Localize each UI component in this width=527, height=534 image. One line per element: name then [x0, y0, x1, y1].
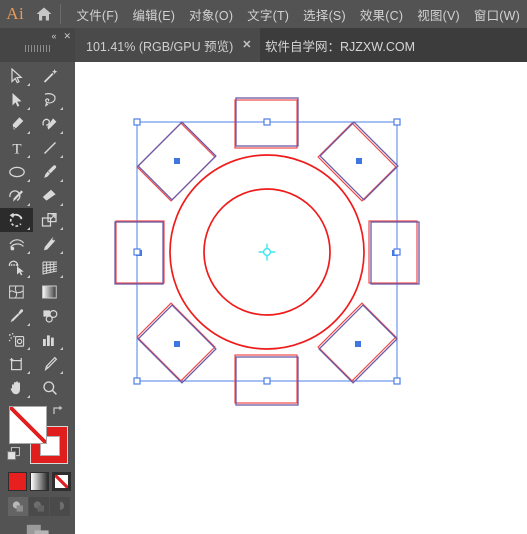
zoom-tool[interactable]	[33, 376, 66, 400]
menu-window[interactable]: 窗口(W)	[467, 1, 527, 28]
draw-inside-button[interactable]	[50, 497, 70, 516]
tools-panel: T	[0, 62, 75, 534]
menu-item-list: 文件(F) 编辑(E) 对象(O) 文字(T) 选择(S) 效果(C) 视图(V…	[70, 1, 527, 28]
menu-object[interactable]: 对象(O)	[182, 1, 240, 28]
symbol-sprayer-tool[interactable]	[0, 328, 33, 352]
ai-logo: Ai	[6, 4, 25, 23]
tool-row	[0, 376, 75, 400]
tool-row	[0, 160, 75, 184]
panel-drag-grip[interactable]	[24, 45, 51, 52]
lasso-tool[interactable]	[33, 88, 66, 112]
petal-anchor-points	[136, 119, 398, 384]
gradient-tool[interactable]	[33, 280, 66, 304]
draw-behind-button[interactable]	[29, 497, 49, 516]
draw-normal-button[interactable]	[8, 497, 28, 516]
tool-grid: T	[0, 62, 75, 400]
collapse-panel-icon[interactable]: «	[51, 31, 56, 41]
menu-divider	[59, 4, 61, 24]
toolbar-panel-controls: « ✕	[0, 28, 75, 44]
eraser-tool[interactable]	[33, 184, 66, 208]
tool-row	[0, 304, 75, 328]
tool-row	[0, 112, 75, 136]
eyedropper-tool[interactable]	[0, 304, 33, 328]
none-mode-button[interactable]	[52, 472, 71, 491]
menu-file[interactable]: 文件(F)	[70, 1, 126, 28]
menu-view[interactable]: 视图(V)	[410, 1, 467, 28]
selection-tool[interactable]	[0, 64, 33, 88]
tool-row	[0, 280, 75, 304]
default-fill-stroke-icon[interactable]	[7, 447, 21, 466]
illustrator-window: Ai 文件(F) 编辑(E) 对象(O) 文字(T) 选择(S) 效果(C) 视…	[0, 0, 527, 534]
tool-row	[0, 232, 75, 256]
tool-row	[0, 256, 75, 280]
swap-fill-stroke-icon[interactable]	[52, 403, 67, 422]
tool-row	[0, 208, 75, 232]
column-graph-tool[interactable]	[33, 328, 66, 352]
shaper-tool[interactable]	[0, 184, 33, 208]
rotate-tool[interactable]	[0, 208, 33, 232]
close-document-icon[interactable]: ✕	[242, 39, 251, 51]
pen-tool[interactable]	[0, 112, 33, 136]
magic-wand-tool[interactable]	[33, 64, 66, 88]
fill-stroke-swatches	[0, 400, 75, 472]
artwork-svg	[114, 97, 420, 406]
curvature-tool[interactable]	[33, 112, 66, 136]
toolbar-panel-header: « ✕	[0, 28, 75, 62]
shape-builder-tool[interactable]	[0, 256, 33, 280]
menu-effect[interactable]: 效果(C)	[353, 1, 410, 28]
outer-circle	[169, 154, 365, 350]
tool-row	[0, 88, 75, 112]
paintbrush-tool[interactable]	[33, 160, 66, 184]
free-transform-tool[interactable]	[33, 232, 66, 256]
menu-select[interactable]: 选择(S)	[296, 1, 353, 28]
close-panel-icon[interactable]: ✕	[63, 31, 71, 41]
screen-mode-button[interactable]	[26, 524, 50, 534]
menu-edit[interactable]: 编辑(E)	[125, 1, 182, 28]
hand-tool[interactable]	[0, 376, 33, 400]
tool-row	[0, 64, 75, 88]
mesh-tool[interactable]	[0, 280, 33, 304]
watermark-text: 软件自学网：RJZXW.COM	[265, 39, 415, 54]
inner-circle	[203, 188, 331, 316]
menu-bar: Ai 文件(F) 编辑(E) 对象(O) 文字(T) 选择(S) 效果(C) 视…	[0, 0, 527, 28]
color-mode-button[interactable]	[8, 472, 27, 491]
draw-mode-buttons	[8, 497, 70, 516]
document-tab[interactable]: 101.41% (RGB/GPU 预览) ✕	[75, 28, 260, 62]
width-tool[interactable]	[0, 232, 33, 256]
home-icon[interactable]	[30, 0, 57, 28]
petal-group[interactable]	[114, 97, 420, 406]
red-circles[interactable]	[169, 154, 365, 350]
perspective-grid-tool[interactable]	[33, 256, 66, 280]
document-canvas[interactable]	[75, 62, 527, 534]
svg-text:T: T	[12, 142, 21, 157]
rotation-origin-point[interactable]	[258, 243, 276, 261]
tool-row	[0, 184, 75, 208]
tool-row	[0, 352, 75, 376]
menu-type[interactable]: 文字(T)	[240, 1, 296, 28]
type-tool[interactable]: T	[0, 136, 33, 160]
ellipse-tool[interactable]	[0, 160, 33, 184]
document-tab-title: 101.41% (RGB/GPU 预览)	[86, 39, 234, 54]
artboard-tool[interactable]	[0, 352, 33, 376]
color-controls	[0, 400, 75, 534]
tool-row	[0, 328, 75, 352]
document-tab-bar: « ✕ 101.41% (RGB/GPU 预览) ✕ 软件自学网：RJZXW.C…	[0, 28, 527, 62]
scale-tool[interactable]	[33, 208, 66, 232]
color-mode-buttons	[8, 472, 71, 491]
line-segment-tool[interactable]	[33, 136, 66, 160]
fill-swatch[interactable]	[9, 406, 47, 444]
tool-row: T	[0, 136, 75, 160]
blend-tool[interactable]	[33, 304, 66, 328]
slice-tool[interactable]	[33, 352, 66, 376]
direct-selection-tool[interactable]	[0, 88, 33, 112]
gradient-mode-button[interactable]	[30, 472, 49, 491]
fill-none-slash-icon	[10, 407, 46, 443]
